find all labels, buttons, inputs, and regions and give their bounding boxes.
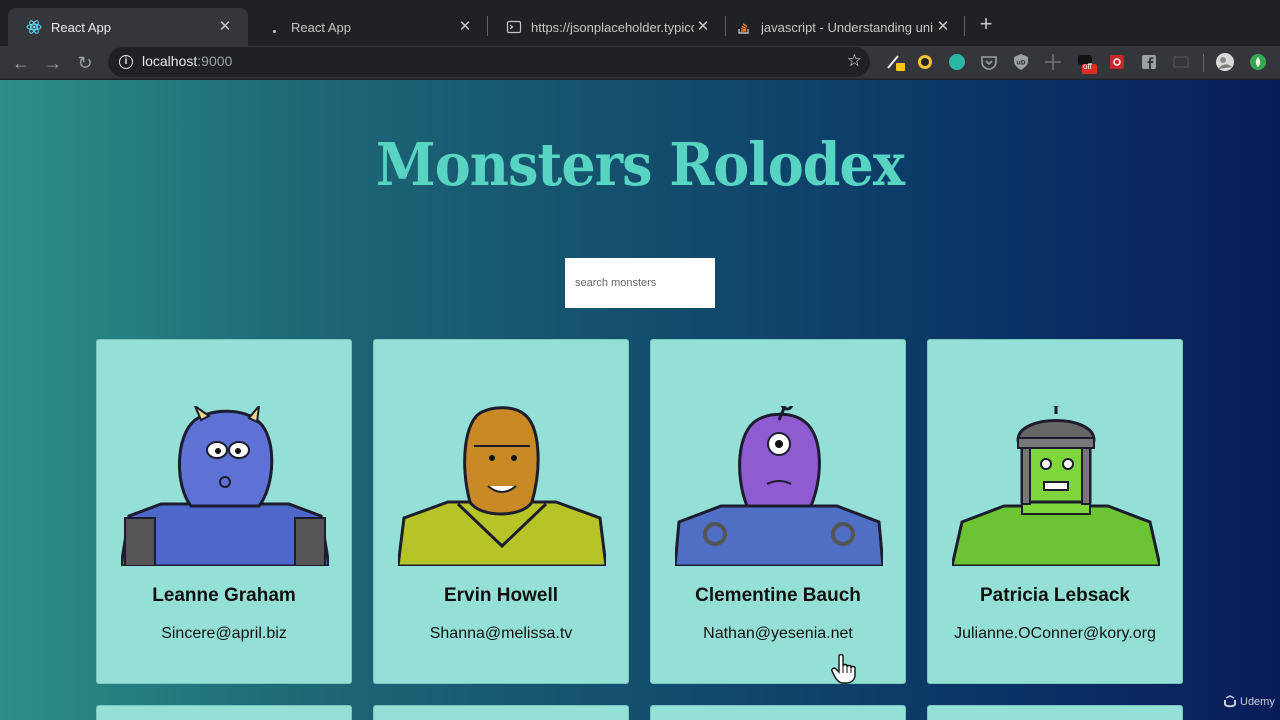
monster-card[interactable]: Clementine Bauch Nathan@yesenia.net: [650, 339, 906, 684]
monster-card[interactable]: Leanne Graham Sincere@april.biz: [96, 339, 352, 684]
tab-title: React App: [291, 19, 351, 35]
pencil-extension-icon[interactable]: [886, 52, 906, 72]
loading-dot-icon: [266, 19, 282, 35]
url-text: localhost:9000: [142, 53, 232, 69]
monster-portrait-image: [675, 406, 883, 566]
monster-email: Sincere@april.biz: [161, 625, 287, 642]
info-icon[interactable]: i: [119, 55, 133, 69]
screen-extension-icon[interactable]: [1171, 52, 1191, 72]
color-picker-extension-icon[interactable]: [915, 52, 935, 72]
monster-card[interactable]: [927, 705, 1183, 720]
new-tab-icon[interactable]: +: [975, 13, 997, 35]
tab-stackoverflow[interactable]: javascript - Understanding uni ✕: [718, 8, 966, 46]
monster-card[interactable]: [373, 705, 629, 720]
monster-email: Nathan@yesenia.net: [703, 625, 853, 642]
udemy-logo-icon: [1224, 695, 1236, 708]
tab-jsonplaceholder[interactable]: https://jsonplaceholder.typicode ✕: [488, 8, 726, 46]
monster-card[interactable]: [96, 705, 352, 720]
monster-email: Shanna@melissa.tv: [429, 625, 573, 642]
close-tab-icon[interactable]: ✕: [694, 18, 712, 36]
app-page: Monsters Rolodex Leanne Graham Sincere@a…: [0, 80, 1280, 720]
green-leaf-extension-icon[interactable]: [1248, 52, 1268, 72]
tab-title: React App: [51, 19, 111, 35]
terminal-icon: [506, 19, 522, 35]
close-tab-icon[interactable]: ✕: [934, 18, 952, 36]
tab-title: javascript - Understanding uni: [761, 19, 933, 35]
forward-arrow-icon[interactable]: →: [41, 51, 65, 75]
url-host: localhost: [142, 53, 198, 69]
ublock-shield-icon[interactable]: uD: [1011, 52, 1031, 72]
reload-icon[interactable]: ↻: [73, 51, 97, 75]
red-puzzle-extension-icon[interactable]: [1107, 52, 1127, 72]
hand-cursor-icon: [831, 654, 856, 684]
close-tab-icon[interactable]: ✕: [216, 18, 234, 36]
toolbar-separator: [1203, 54, 1204, 72]
browser-toolbar: ← → ↻ i localhost:9000 ☆ uD off: [0, 46, 1280, 79]
address-bar[interactable]: i localhost:9000 ☆: [108, 47, 870, 77]
stackoverflow-icon: [736, 19, 752, 35]
tab-react-app-2[interactable]: React App ✕: [248, 8, 488, 46]
monster-card[interactable]: Ervin Howell Shanna@melissa.tv: [373, 339, 629, 684]
svg-text:uD: uD: [1016, 60, 1025, 67]
monster-portrait-image: [121, 406, 329, 566]
back-arrow-icon[interactable]: ←: [9, 51, 33, 75]
extension-badge-off: off: [1083, 62, 1092, 71]
monster-card[interactable]: Patricia Lebsack Julianne.OConner@kory.o…: [927, 339, 1183, 684]
pocket-extension-icon[interactable]: [979, 52, 999, 72]
move-extension-icon[interactable]: [1043, 52, 1063, 72]
tab-separator: [964, 16, 965, 36]
monster-portrait-image: [952, 406, 1160, 566]
monster-portrait-image: [398, 406, 606, 566]
monster-card[interactable]: [650, 705, 906, 720]
url-port: :9000: [197, 53, 233, 69]
profile-avatar-icon[interactable]: [1215, 52, 1235, 72]
bookmark-star-icon[interactable]: ☆: [847, 51, 862, 71]
browser-tab-bar: React App ✕ React App ✕ https://jsonplac…: [0, 0, 1280, 46]
react-logo-icon: [26, 19, 42, 35]
toggle-extension-icon[interactable]: off: [1076, 52, 1097, 74]
monster-name: Leanne Graham: [152, 585, 296, 606]
watermark-text: Udemy: [1240, 696, 1275, 708]
tab-react-app-1[interactable]: React App ✕: [8, 8, 248, 46]
monster-email: Julianne.OConner@kory.org: [954, 625, 1156, 642]
page-title: Monsters Rolodex: [375, 128, 905, 200]
udemy-watermark: Udemy: [1223, 695, 1275, 709]
close-tab-icon[interactable]: ✕: [456, 18, 474, 36]
monster-name: Clementine Bauch: [695, 585, 861, 606]
monster-name: Patricia Lebsack: [980, 585, 1130, 606]
search-input[interactable]: [565, 258, 715, 308]
facebook-extension-icon[interactable]: [1139, 52, 1159, 72]
monster-name: Ervin Howell: [443, 585, 559, 606]
tab-title: https://jsonplaceholder.typicode: [531, 19, 694, 35]
grammar-extension-icon[interactable]: [947, 52, 967, 72]
